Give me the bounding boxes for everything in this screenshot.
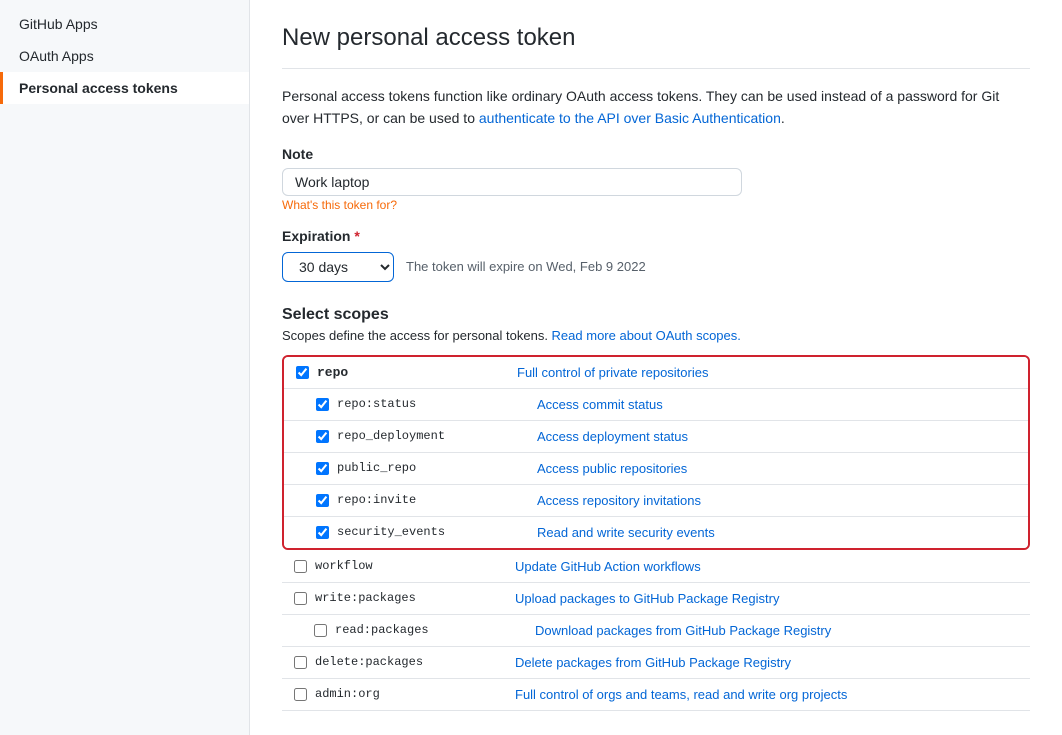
scope-desc-write-packages: Upload packages to GitHub Package Regist… [515, 591, 1018, 606]
scopes-link[interactable]: Read more about OAuth scopes. [552, 328, 741, 343]
scope-row-workflow-inner: workflow Update GitHub Action workflows [282, 551, 1030, 582]
scope-name-repo-deployment[interactable]: repo_deployment [337, 429, 537, 443]
scope-row-admin-org-inner: admin:org Full control of orgs and teams… [282, 679, 1030, 710]
checkbox-workflow[interactable] [294, 560, 307, 573]
scope-desc-security-events: Read and write security events [537, 525, 1016, 540]
scope-row-public-repo: public_repo Access public repositories [284, 453, 1028, 485]
scope-row-repo-deployment: repo_deployment Access deployment status [284, 421, 1028, 453]
scope-row-delete-packages: delete:packages Delete packages from Git… [282, 647, 1030, 679]
scope-name-security-events[interactable]: security_events [337, 525, 537, 539]
scope-name-write-packages[interactable]: write:packages [315, 591, 515, 605]
checkbox-repo-deployment[interactable] [316, 430, 329, 443]
scope-name-delete-packages[interactable]: delete:packages [315, 655, 515, 669]
checkbox-write-packages[interactable] [294, 592, 307, 605]
sidebar-item-oauth-apps[interactable]: OAuth Apps [0, 40, 249, 72]
scope-desc-public-repo: Access public repositories [537, 461, 1016, 476]
scope-row-repo-invite: repo:invite Access repository invitation… [284, 485, 1028, 517]
scope-name-repo[interactable]: repo [317, 365, 517, 380]
scope-desc-repo: Full control of private repositories [517, 365, 1016, 380]
scopes-title: Select scopes [282, 306, 1030, 324]
expiration-group: Expiration * 30 days 60 days 90 days Cus… [282, 228, 1030, 282]
sidebar: GitHub AppsOAuth AppsPersonal access tok… [0, 0, 250, 735]
scope-row-repo: repo Full control of private repositorie… [284, 357, 1028, 389]
scope-desc-repo-invite: Access repository invitations [537, 493, 1016, 508]
scope-desc-repo-deployment: Access deployment status [537, 429, 1016, 444]
expiration-label: Expiration * [282, 228, 1030, 244]
scopes-desc: Scopes define the access for personal to… [282, 328, 1030, 343]
checkbox-read-packages[interactable] [314, 624, 327, 637]
scope-row-write-packages: write:packages Upload packages to GitHub… [282, 583, 1030, 615]
scope-row-security-events: security_events Read and write security … [284, 517, 1028, 548]
expiration-note: The token will expire on Wed, Feb 9 2022 [406, 259, 646, 274]
sidebar-item-github-apps[interactable]: GitHub Apps [0, 8, 249, 40]
expiration-select[interactable]: 30 days 60 days 90 days Custom [282, 252, 394, 282]
scope-desc-delete-packages: Delete packages from GitHub Package Regi… [515, 655, 1018, 670]
sidebar-item-personal-access-tokens[interactable]: Personal access tokens [0, 72, 249, 104]
main-content: New personal access token Personal acces… [250, 0, 1062, 735]
checkbox-repo-status[interactable] [316, 398, 329, 411]
scope-name-read-packages[interactable]: read:packages [335, 623, 535, 637]
select-scopes-section: Select scopes Scopes define the access f… [282, 306, 1030, 711]
note-input[interactable] [282, 168, 742, 196]
page-title: New personal access token [282, 24, 1030, 69]
note-group: Note What's this token for? [282, 146, 1030, 212]
scope-desc-admin-org: Full control of orgs and teams, read and… [515, 687, 1018, 702]
scope-row-delete-packages-inner: delete:packages Delete packages from Git… [282, 647, 1030, 678]
scope-row-repo-status: repo:status Access commit status [284, 389, 1028, 421]
scope-name-workflow[interactable]: workflow [315, 559, 515, 573]
expiration-row: 30 days 60 days 90 days Custom The token… [282, 252, 1030, 282]
checkbox-repo-invite[interactable] [316, 494, 329, 507]
description-link[interactable]: authenticate to the API over Basic Authe… [479, 110, 781, 126]
what-is-this-link[interactable]: What's this token for? [282, 198, 397, 212]
scope-row-read-packages: read:packages Download packages from Git… [282, 615, 1030, 646]
scope-desc-repo-status: Access commit status [537, 397, 1016, 412]
scope-name-repo-invite[interactable]: repo:invite [337, 493, 537, 507]
checkbox-security-events[interactable] [316, 526, 329, 539]
checkbox-public-repo[interactable] [316, 462, 329, 475]
checkbox-repo[interactable] [296, 366, 309, 379]
scope-desc-workflow: Update GitHub Action workflows [515, 559, 1018, 574]
scope-row-workflow: workflow Update GitHub Action workflows [282, 551, 1030, 583]
scope-name-admin-org[interactable]: admin:org [315, 687, 515, 701]
required-star: * [354, 228, 359, 244]
description: Personal access tokens function like ord… [282, 85, 1030, 130]
description-end: . [781, 110, 785, 126]
scope-row-admin-org: admin:org Full control of orgs and teams… [282, 679, 1030, 711]
note-label: Note [282, 146, 1030, 162]
scope-desc-read-packages: Download packages from GitHub Package Re… [535, 623, 1018, 638]
scope-name-public-repo[interactable]: public_repo [337, 461, 537, 475]
scope-row-write-packages-group: write:packages Upload packages to GitHub… [282, 583, 1030, 647]
repo-scope-group: repo Full control of private repositorie… [282, 355, 1030, 550]
checkbox-admin-org[interactable] [294, 688, 307, 701]
checkbox-delete-packages[interactable] [294, 656, 307, 669]
scope-name-repo-status[interactable]: repo:status [337, 397, 537, 411]
